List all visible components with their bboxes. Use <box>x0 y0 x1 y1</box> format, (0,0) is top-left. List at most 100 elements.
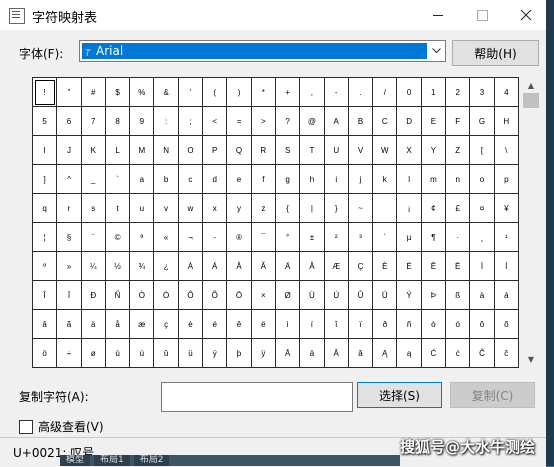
char-cell[interactable]: » <box>57 252 82 281</box>
char-cell[interactable]: Å <box>300 252 325 281</box>
char-cell[interactable]: = <box>227 107 252 136</box>
char-cell[interactable]: / <box>373 78 398 107</box>
char-cell[interactable]: Ë <box>446 252 471 281</box>
char-cell[interactable]: û <box>154 339 179 368</box>
char-cell[interactable]: ¨ <box>81 223 106 252</box>
char-cell[interactable]: r <box>57 194 82 223</box>
char-cell[interactable]: Ā <box>275 339 301 368</box>
char-cell[interactable]: : <box>154 107 179 136</box>
char-cell[interactable]: O <box>178 136 204 165</box>
char-cell[interactable]: z <box>251 194 276 223</box>
char-cell[interactable]: f <box>251 165 276 194</box>
char-cell[interactable]: g <box>275 165 301 194</box>
char-cell[interactable]: D <box>397 107 422 136</box>
char-cell[interactable]: Ą <box>373 339 398 368</box>
char-cell[interactable]: ¿ <box>154 252 179 281</box>
layout-tab-1[interactable]: 布局1 <box>94 455 130 466</box>
layout-tab-model[interactable]: 模型 <box>60 455 91 466</box>
char-cell[interactable]: n <box>446 165 471 194</box>
char-cell[interactable]: < <box>203 107 228 136</box>
char-cell[interactable]: ¤ <box>470 194 495 223</box>
char-cell[interactable]: Ô <box>178 281 204 310</box>
char-cell[interactable]: q <box>33 194 58 223</box>
char-cell[interactable]: É <box>397 252 422 281</box>
grid-scrollbar[interactable]: ▲ ▼ <box>521 77 541 367</box>
copy-chars-input[interactable] <box>161 382 353 412</box>
char-cell[interactable]: é <box>203 310 228 339</box>
char-cell[interactable]: " <box>57 78 82 107</box>
char-cell[interactable]: i <box>324 165 349 194</box>
char-cell[interactable]: º <box>33 252 58 281</box>
char-cell[interactable]: ß <box>446 281 471 310</box>
char-cell[interactable]: ā <box>300 339 325 368</box>
scroll-down-icon[interactable]: ▼ <box>521 351 541 367</box>
copy-button[interactable]: 复制(C) <box>450 382 535 408</box>
char-cell[interactable]: # <box>81 78 106 107</box>
char-cell[interactable]: Ð <box>81 281 106 310</box>
char-cell[interactable]: 1 <box>421 78 447 107</box>
char-cell[interactable]: ² <box>324 223 349 252</box>
char-cell[interactable]: ï <box>348 310 374 339</box>
char-cell[interactable]: _ <box>81 165 106 194</box>
char-cell[interactable]: F <box>446 107 471 136</box>
char-cell[interactable]: R <box>251 136 276 165</box>
scroll-thumb[interactable] <box>523 93 539 108</box>
char-cell[interactable]: a <box>130 165 155 194</box>
char-cell[interactable]: x <box>203 194 228 223</box>
char-cell[interactable]: ó <box>446 310 471 339</box>
char-cell[interactable]: ^ <box>57 165 82 194</box>
char-cell[interactable]: 5 <box>33 107 58 136</box>
char-cell[interactable]: } <box>324 194 349 223</box>
char-cell[interactable]: ] <box>33 165 58 194</box>
char-cell[interactable]: ä <box>81 310 106 339</box>
char-cell[interactable]: æ <box>130 310 155 339</box>
char-cell[interactable]: c <box>178 165 204 194</box>
char-cell[interactable]: Ù <box>300 281 325 310</box>
char-cell[interactable]: E <box>421 107 447 136</box>
char-cell[interactable]: ` <box>105 165 131 194</box>
char-cell[interactable]: ç <box>154 310 179 339</box>
char-cell[interactable]: ñ <box>397 310 422 339</box>
char-cell[interactable]: È <box>373 252 398 281</box>
char-cell[interactable]: e <box>227 165 252 194</box>
char-cell[interactable]: T <box>300 136 325 165</box>
char-cell[interactable]: ã <box>57 310 82 339</box>
char-cell[interactable]: ) <box>227 78 252 107</box>
char-cell[interactable]: Í <box>494 252 519 281</box>
char-cell[interactable]: Ü <box>373 281 398 310</box>
char-cell[interactable]: ¾ <box>130 252 155 281</box>
char-cell[interactable]: § <box>57 223 82 252</box>
char-cell[interactable]: Ĉ <box>470 339 495 368</box>
char-cell[interactable]: s <box>81 194 106 223</box>
char-cell[interactable]: ð <box>373 310 398 339</box>
char-cell[interactable]: ³ <box>348 223 374 252</box>
char-cell[interactable]: Ì <box>470 252 495 281</box>
char-cell[interactable]: H <box>494 107 519 136</box>
char-cell[interactable]: o <box>470 165 495 194</box>
char-cell[interactable]: > <box>251 107 276 136</box>
char-cell[interactable]: K <box>81 136 106 165</box>
char-cell[interactable]: ¼ <box>81 252 106 281</box>
char-cell[interactable]: à <box>470 281 495 310</box>
char-cell[interactable]: B <box>348 107 374 136</box>
select-button[interactable]: 选择(S) <box>357 382 442 408</box>
char-cell[interactable]: % <box>130 78 155 107</box>
char-cell[interactable]: m <box>421 165 447 194</box>
close-button[interactable] <box>506 0 546 30</box>
char-cell[interactable]: \ <box>494 136 519 165</box>
char-cell[interactable]: Î <box>33 281 58 310</box>
char-cell[interactable]: Ï <box>57 281 82 310</box>
char-cell[interactable]: ý <box>203 339 228 368</box>
char-cell[interactable]: ê <box>227 310 252 339</box>
char-cell[interactable]: ¢ <box>421 194 447 223</box>
char-cell[interactable]: ¡ <box>397 194 422 223</box>
char-cell[interactable]: å <box>105 310 131 339</box>
char-cell[interactable]: ¶ <box>421 223 447 252</box>
char-cell[interactable]: ¹ <box>494 223 519 252</box>
char-cell[interactable]: × <box>251 281 276 310</box>
char-cell[interactable]: Æ <box>324 252 349 281</box>
char-cell[interactable]: ´ <box>373 223 398 252</box>
char-cell[interactable]: I <box>33 136 58 165</box>
char-cell[interactable]: Ê <box>421 252 447 281</box>
character-grid[interactable]: ! " # $% & '() * +, -./0 1 2 3 4 5 6 7 8 9:; < = >? @ A B C D E F G H… <box>32 77 519 368</box>
